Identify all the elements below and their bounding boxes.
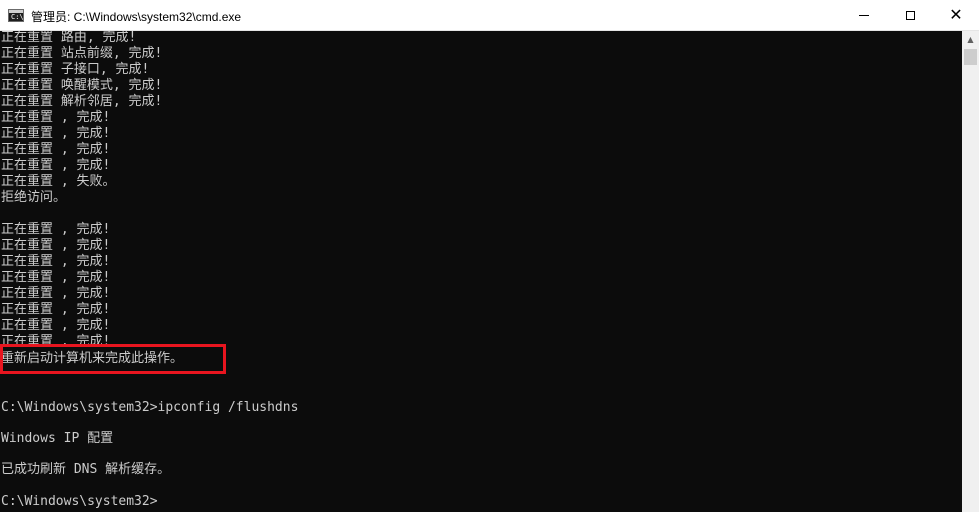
scrollbar-thumb[interactable]	[964, 49, 977, 65]
maximize-button[interactable]	[887, 0, 933, 30]
console-line: 正在重置 , 完成!	[1, 238, 111, 253]
console-line: 正在重置 路由, 完成!	[1, 31, 137, 45]
vertical-scrollbar[interactable]: ▲	[962, 31, 979, 512]
console-line: 正在重置 , 完成!	[1, 318, 111, 333]
console-line: 正在重置 , 完成!	[1, 142, 111, 157]
console-line: 正在重置 , 完成!	[1, 158, 111, 173]
console-prompt-command: C:\Windows\system32>ipconfig /flushdns	[1, 400, 299, 415]
console-line: 正在重置 , 完成!	[1, 286, 111, 301]
minimize-button[interactable]	[841, 0, 887, 30]
console-line: 正在重置 站点前缀, 完成!	[1, 46, 163, 61]
title-bar[interactable]: C:\ 管理员: C:\Windows\system32\cmd.exe ✕	[0, 0, 979, 31]
cmd-app-icon-glyph: C:\	[11, 13, 24, 21]
console-line: 已成功刷新 DNS 解析缓存。	[1, 462, 171, 477]
console-output[interactable]: 正在重置 路由, 完成! 正在重置 站点前缀, 完成! 正在重置 子接口, 完成…	[0, 31, 962, 512]
console-line: 正在重置 , 完成!	[1, 126, 111, 141]
minimize-icon	[859, 14, 869, 16]
close-icon: ✕	[949, 5, 963, 24]
highlight-annotation-box	[0, 344, 226, 374]
console-line: 拒绝访问。	[1, 190, 67, 205]
console-line: 正在重置 , 完成!	[1, 254, 111, 269]
console-line: 正在重置 , 完成!	[1, 222, 111, 237]
cmd-window: C:\ 管理员: C:\Windows\system32\cmd.exe ✕ 正…	[0, 0, 979, 512]
console-prompt: C:\Windows\system32>	[1, 494, 158, 509]
scroll-up-arrow-icon[interactable]: ▲	[962, 31, 979, 48]
console-line: 正在重置 解析邻居, 完成!	[1, 94, 163, 109]
console-line: 正在重置 唤醒模式, 完成!	[1, 78, 163, 93]
console-line: 正在重置 子接口, 完成!	[1, 62, 150, 77]
close-button[interactable]: ✕	[933, 0, 979, 30]
console-line: 正在重置 , 失败。	[1, 174, 116, 189]
console-line: 正在重置 , 完成!	[1, 302, 111, 317]
console-line: 正在重置 , 完成!	[1, 110, 111, 125]
cmd-app-icon[interactable]: C:\	[8, 9, 24, 22]
maximize-icon	[905, 10, 915, 20]
console-line: Windows IP 配置	[1, 431, 114, 446]
console-line: 正在重置 , 完成!	[1, 270, 111, 285]
window-title: 管理员: C:\Windows\system32\cmd.exe	[31, 10, 242, 24]
